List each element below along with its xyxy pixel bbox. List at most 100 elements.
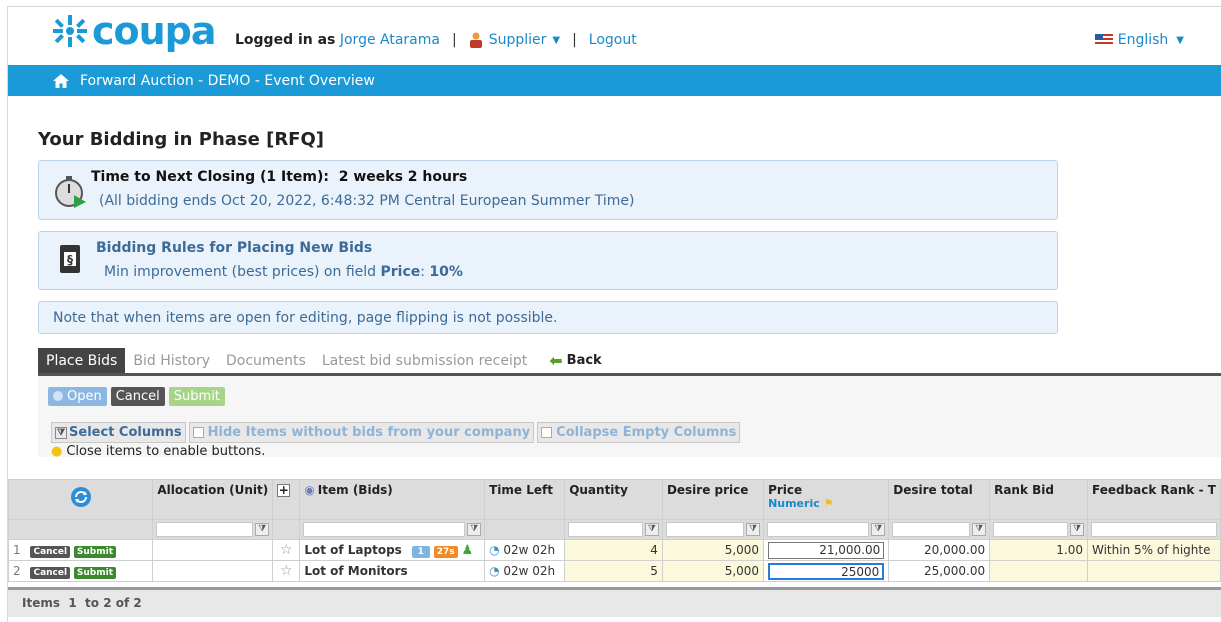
col-item[interactable]: ◉ Item (Bids) (299, 479, 486, 520)
coupa-logo[interactable]: coupa (50, 9, 217, 53)
filter-cell (8, 519, 154, 540)
filter-input[interactable] (993, 522, 1068, 537)
desire-price-cell: 5,000 (661, 560, 765, 582)
price-input[interactable]: 21,000.00 (768, 541, 885, 559)
row-index: 2 (13, 564, 21, 578)
filter-cell[interactable]: ⧩ (888, 519, 991, 540)
note-text: Note that when items are open for editin… (53, 310, 558, 326)
price-input[interactable]: 25000 (768, 562, 885, 580)
filter-icon[interactable]: ⧩ (871, 523, 886, 536)
filter-input[interactable] (568, 522, 643, 537)
filter-input[interactable] (156, 522, 254, 537)
filter-cell[interactable]: ⧩ (152, 519, 274, 540)
refresh-icon[interactable] (70, 486, 92, 508)
star-cell[interactable]: ☆ (272, 539, 301, 561)
star-cell[interactable]: ☆ (272, 560, 301, 582)
bidding-rules-box: § Bidding Rules for Placing New Bids Min… (38, 231, 1058, 290)
col-desire-price[interactable]: Desire price (661, 479, 765, 520)
filter-input[interactable] (665, 522, 745, 537)
filter-icon[interactable]: ⧩ (746, 523, 761, 536)
caret-down-icon: ▼ (1176, 34, 1184, 46)
filter-input[interactable] (892, 522, 971, 537)
item-cell[interactable]: Lot of Monitors (299, 560, 486, 582)
collapse-columns-toggle[interactable]: Collapse Empty Columns (537, 422, 741, 443)
filter-cell[interactable]: ⧩ (989, 519, 1088, 540)
hint-text: Close items to enable buttons. (66, 444, 266, 459)
checkbox (192, 427, 204, 438)
row-submit-button[interactable]: Submit (73, 546, 117, 558)
refresh-header (8, 479, 154, 520)
checkbox (541, 427, 553, 438)
col-desire-total[interactable]: Desire total (888, 479, 991, 520)
tab-bid-history[interactable]: Bid History (125, 348, 218, 373)
feedback-cell (1087, 560, 1221, 582)
item-cell[interactable]: Lot of Laptops 1 27s ♟ (299, 539, 486, 561)
rulebook-icon: § (60, 245, 80, 273)
closing-title: Time to Next Closing (1 Item): (91, 169, 329, 185)
rules-value: 10% (429, 264, 463, 280)
star-icon[interactable]: ☆ (280, 542, 293, 558)
filter-input[interactable] (303, 522, 466, 537)
bid-count-badge: 1 (411, 545, 430, 558)
price-cell[interactable]: 21,000.00 (763, 539, 890, 561)
open-button[interactable]: Open (48, 386, 107, 406)
expand-icon[interactable]: + (277, 484, 291, 497)
user-name-link[interactable]: Jorge Atarama (340, 32, 440, 48)
col-feedback[interactable]: Feedback Rank - T (1087, 479, 1221, 520)
filter-icon: ⧩ (55, 426, 68, 439)
table-row: 2 Cancel Submit ☆ Lot of Monitors ◔ 02w … (8, 560, 1221, 582)
tab-documents[interactable]: Documents (218, 348, 314, 373)
price-cell[interactable]: 25000 (763, 560, 890, 582)
filter-cell[interactable]: ⧩ (564, 519, 663, 540)
submit-button[interactable]: Submit (168, 386, 225, 406)
filters-area: ⧩ Select Columns Hide Items without bids… (38, 416, 1221, 459)
allocation-cell (152, 560, 274, 582)
tab-place-bids[interactable]: Place Bids (38, 348, 126, 373)
col-rank-bid[interactable]: Rank Bid (989, 479, 1088, 520)
filter-icon[interactable]: ⧩ (467, 523, 482, 536)
row-actions: 1 Cancel Submit (8, 539, 154, 561)
filter-cell[interactable]: ⧩ (661, 519, 765, 540)
logout-link[interactable]: Logout (589, 32, 637, 48)
supplier-menu[interactable]: Supplier ▼ (469, 32, 560, 48)
clock-icon: ◔ (489, 564, 500, 578)
brand-name: coupa (92, 9, 217, 53)
row-cancel-button[interactable]: Cancel (30, 567, 71, 579)
col-quantity[interactable]: Quantity (564, 479, 663, 520)
filter-input[interactable] (767, 522, 870, 537)
filter-icon[interactable]: ⧩ (255, 523, 270, 536)
open-label: Open (67, 388, 102, 404)
items-count: Items 1 to 2 of 2 (22, 596, 142, 610)
hint-row: ● Close items to enable buttons. (51, 444, 1221, 459)
breadcrumb[interactable]: Forward Auction - DEMO - Event Overview (80, 73, 375, 89)
cancel-button[interactable]: Cancel (110, 386, 165, 406)
item-name[interactable]: Lot of Laptops (304, 543, 402, 557)
col-price[interactable]: Price Numeric ⚑ (763, 479, 890, 520)
bids-table: Allocation (Unit) + ◉ Item (Bids) Time Le… (8, 479, 1221, 582)
star-icon[interactable]: ☆ (280, 563, 293, 579)
hide-items-toggle[interactable]: Hide Items without bids from your compan… (188, 422, 535, 443)
filter-icon[interactable]: ⧩ (972, 523, 987, 536)
rules-text: Min improvement (best prices) on field (104, 264, 377, 280)
filter-cell[interactable]: ⧩ (299, 519, 486, 540)
row-cancel-button[interactable]: Cancel (30, 546, 71, 558)
app-frame: coupa Logged in as Jorge Atarama | Suppl… (7, 6, 1221, 622)
col-expand[interactable]: + (272, 479, 301, 520)
lightbulb-icon: ● (51, 444, 63, 459)
back-button[interactable]: ⬅ Back (541, 348, 609, 373)
filter-icon[interactable]: ⧩ (1070, 523, 1084, 536)
filter-input[interactable] (1091, 522, 1217, 537)
home-icon[interactable] (52, 73, 70, 89)
col-time-left[interactable]: Time Left (484, 479, 566, 520)
tab-latest-receipt[interactable]: Latest bid submission receipt (314, 348, 535, 373)
feedback-cell: Within 5% of highte (1087, 539, 1221, 561)
select-columns-button[interactable]: ⧩ Select Columns (51, 422, 186, 443)
open-icon (53, 391, 63, 401)
filter-icon[interactable]: ⧩ (644, 523, 659, 536)
filter-cell[interactable]: ⧩ (763, 519, 890, 540)
filter-cell[interactable] (1087, 519, 1221, 540)
row-submit-button[interactable]: Submit (73, 567, 117, 579)
item-name[interactable]: Lot of Monitors (304, 564, 407, 578)
language-selector[interactable]: English ▼ (1094, 32, 1184, 48)
col-allocation[interactable]: Allocation (Unit) (152, 479, 274, 520)
